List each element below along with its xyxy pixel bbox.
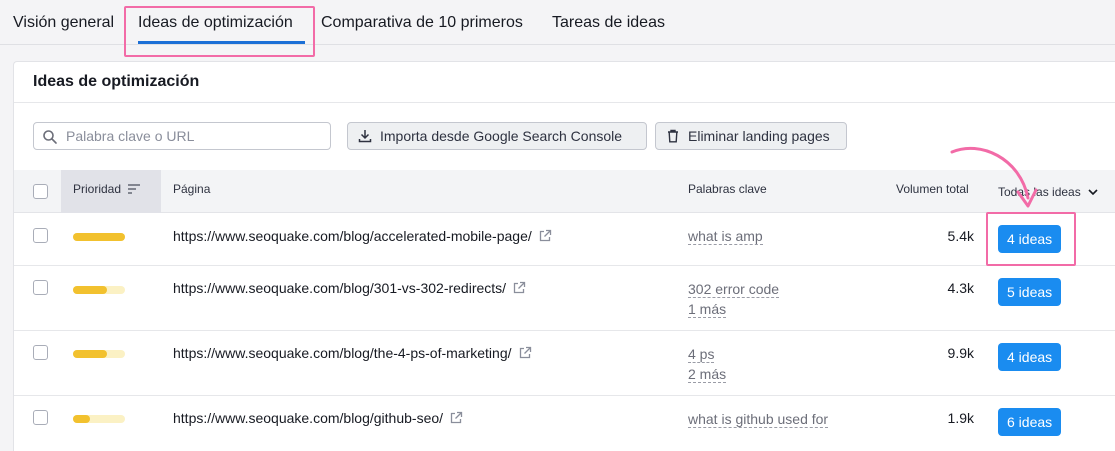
tab-overview[interactable]: Visión general	[13, 14, 114, 32]
priority-bar	[73, 286, 125, 294]
priority-bar	[73, 415, 125, 423]
content-card	[13, 61, 1115, 451]
priority-bar-fill	[73, 350, 108, 358]
external-link-icon[interactable]	[449, 411, 463, 425]
select-all-checkbox[interactable]	[33, 184, 48, 199]
card-title: Ideas de optimización	[33, 73, 200, 90]
page-header: Página	[173, 182, 211, 196]
page-url-link[interactable]: https://www.seoquake.com/blog/301-vs-302…	[173, 280, 526, 296]
row-divider	[14, 330, 1115, 331]
page-url-link[interactable]: https://www.seoquake.com/blog/the-4-ps-o…	[173, 345, 532, 361]
page-url: https://www.seoquake.com/blog/the-4-ps-o…	[173, 345, 512, 361]
volume-value: 1.9k	[947, 410, 974, 426]
annotation-highlight-tab	[124, 6, 315, 57]
priority-bar	[73, 233, 125, 241]
keyword-link[interactable]: what is github used for	[688, 411, 829, 428]
priority-bar-fill	[73, 286, 108, 294]
divider	[14, 102, 1115, 103]
delete-landing-pages-button[interactable]: Eliminar landing pages	[655, 122, 847, 150]
trash-icon	[668, 129, 678, 143]
page-url: https://www.seoquake.com/blog/github-seo…	[173, 410, 444, 426]
search-input[interactable]	[66, 126, 326, 146]
download-icon	[358, 130, 372, 143]
row-checkbox[interactable]	[33, 280, 48, 295]
page-url: https://www.seoquake.com/blog/301-vs-302…	[173, 280, 507, 296]
import-gsc-label: Importa desde Google Search Console	[380, 128, 623, 144]
external-link-icon[interactable]	[538, 229, 552, 243]
page-url-link[interactable]: https://www.seoquake.com/blog/github-seo…	[173, 410, 463, 426]
tab-idea-tasks[interactable]: Tareas de ideas	[552, 14, 665, 32]
keyword-link[interactable]: 4 ps	[688, 346, 715, 363]
keyword-link[interactable]: what is amp	[688, 228, 763, 245]
priority-header[interactable]: Prioridad	[73, 182, 141, 196]
row-checkbox[interactable]	[33, 345, 48, 360]
tab-top-10-comparison[interactable]: Comparativa de 10 primeros	[321, 14, 523, 32]
delete-landing-pages-label: Eliminar landing pages	[688, 128, 830, 144]
ideas-button[interactable]: 4 ideas	[998, 343, 1062, 371]
chevron-down-icon	[1088, 189, 1098, 196]
more-keywords-link[interactable]: 2 más	[688, 366, 727, 383]
import-gsc-button[interactable]: Importa desde Google Search Console	[347, 122, 647, 150]
more-keywords-link[interactable]: 1 más	[688, 301, 727, 318]
ideas-button[interactable]: 6 ideas	[998, 408, 1062, 436]
row-divider	[14, 265, 1115, 266]
annotation-highlight-ideas	[986, 212, 1076, 266]
keywords-header: Palabras clave	[688, 182, 767, 196]
volume-value: 9.9k	[947, 345, 974, 361]
sort-icon	[128, 184, 141, 194]
priority-bar-fill	[73, 233, 125, 241]
keyword-link[interactable]: 302 error code	[688, 281, 780, 298]
row-checkbox[interactable]	[33, 228, 48, 243]
volume-value: 4.3k	[947, 280, 974, 296]
search-icon	[43, 130, 57, 144]
row-checkbox[interactable]	[33, 410, 48, 425]
external-link-icon[interactable]	[512, 281, 526, 295]
annotation-arrow	[950, 146, 1038, 208]
external-link-icon[interactable]	[518, 346, 532, 360]
page-url: https://www.seoquake.com/blog/accelerate…	[173, 228, 532, 244]
volume-value: 5.4k	[947, 228, 974, 244]
ideas-button[interactable]: 5 ideas	[998, 278, 1062, 306]
priority-header-label: Prioridad	[73, 182, 122, 196]
priority-bar-fill	[73, 415, 91, 423]
search-box[interactable]	[33, 122, 331, 150]
page-url-link[interactable]: https://www.seoquake.com/blog/accelerate…	[173, 228, 552, 244]
priority-bar	[73, 350, 125, 358]
row-divider	[14, 395, 1115, 396]
